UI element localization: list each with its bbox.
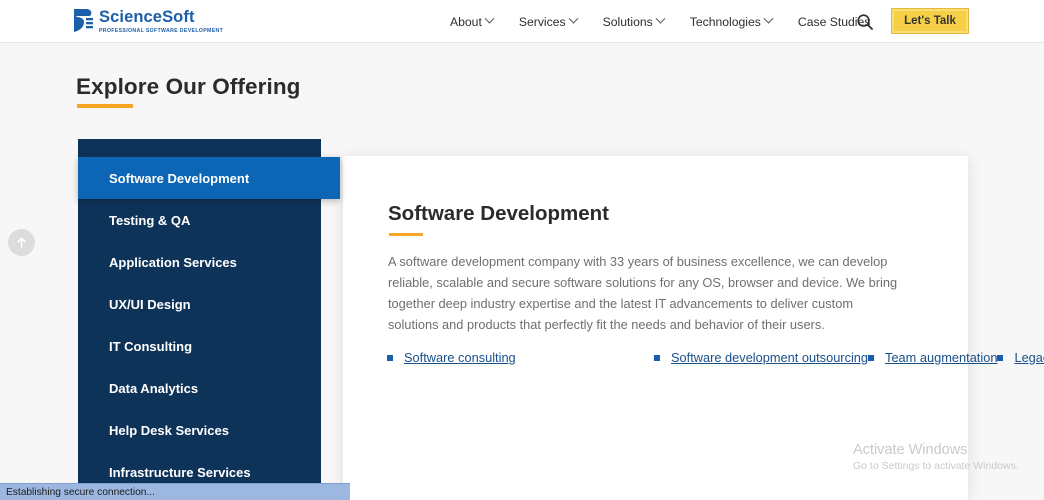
link-software-development-outsourcing[interactable]: Software development outsourcing <box>671 350 868 365</box>
site-header: ScienceSoft Professional Software Develo… <box>0 0 1044 43</box>
title-accent-rule <box>77 104 133 108</box>
search-icon[interactable] <box>856 13 874 31</box>
offering-section: Software Development A software developm… <box>78 139 1044 500</box>
chevron-down-icon <box>763 13 774 24</box>
panel-accent-rule <box>389 233 423 236</box>
sidebar-item-testing-qa[interactable]: Testing & QA <box>78 199 340 241</box>
list-item[interactable]: Software consulting <box>387 350 654 384</box>
bullet-icon <box>997 355 1004 361</box>
cta-label: Let's Talk <box>904 15 956 27</box>
panel-description: A software development company with 33 y… <box>388 254 898 332</box>
sidebar-item-label: Testing & QA <box>109 212 191 228</box>
logo-word-part2: Soft <box>162 8 195 26</box>
sidebar-item-label: Application Services <box>109 254 237 270</box>
offering-tab-list: Software Development Testing & QA Applic… <box>78 157 340 493</box>
list-item[interactable]: Team augmentation <box>868 350 997 384</box>
service-links: Software consulting Software development… <box>387 350 1044 384</box>
nav-item-technologies[interactable]: Technologies <box>689 13 774 29</box>
site-logo[interactable]: ScienceSoft Professional Software Develo… <box>72 8 223 34</box>
nav-label: About <box>450 14 482 29</box>
page-title: Explore Our Offering <box>76 74 301 99</box>
chevron-down-icon <box>655 13 666 24</box>
browser-viewport: ScienceSoft Professional Software Develo… <box>0 0 1044 500</box>
sidebar-item-ux-ui-design[interactable]: UX/UI Design <box>78 283 340 325</box>
status-text: Establishing secure connection... <box>6 486 155 498</box>
sidebar-item-application-services[interactable]: Application Services <box>78 241 340 283</box>
nav-item-solutions[interactable]: Solutions <box>602 13 666 29</box>
sidebar-item-software-development[interactable]: Software Development <box>78 157 340 199</box>
nav-label: Technologies <box>689 14 761 29</box>
panel-title: Software Development <box>388 202 609 225</box>
sidebar-item-label: Software Development <box>109 170 250 186</box>
list-item[interactable]: Legacy software modernization <box>997 350 1044 384</box>
sidebar-item-help-desk-services[interactable]: Help Desk Services <box>78 409 340 451</box>
bullet-icon <box>654 355 660 361</box>
lets-talk-button[interactable]: Let's Talk <box>891 8 969 34</box>
sidebar-item-label: UX/UI Design <box>109 296 191 312</box>
nav-label: Solutions <box>602 14 653 29</box>
nav-item-services[interactable]: Services <box>518 13 579 29</box>
sidebar-item-label: IT Consulting <box>109 338 193 354</box>
sciencesoft-logo-icon <box>72 8 94 33</box>
sidebar-item-label: Help Desk Services <box>109 422 229 438</box>
nav-item-about[interactable]: About <box>450 13 495 29</box>
arrow-up-icon <box>17 237 26 248</box>
nav-label: Services <box>518 14 566 29</box>
sidebar-item-label: Data Analytics <box>109 380 199 396</box>
logo-tagline: Professional Software Development <box>99 28 224 34</box>
link-software-consulting[interactable]: Software consulting <box>404 350 516 365</box>
logo-text: ScienceSoft Professional Software Develo… <box>99 8 223 34</box>
browser-status-bar: Establishing secure connection... <box>0 483 350 500</box>
logo-wordmark: ScienceSoft <box>99 9 223 26</box>
chevron-down-icon <box>484 13 495 24</box>
bullet-icon <box>868 355 875 361</box>
bullet-icon <box>387 355 393 361</box>
scroll-to-top-button[interactable] <box>8 229 35 256</box>
link-legacy-software-modernization[interactable]: Legacy software modernization <box>1014 350 1044 365</box>
link-team-augmentation[interactable]: Team augmentation <box>885 350 997 365</box>
main-navigation: About Services Solutions Technologies Ca… <box>450 0 921 43</box>
list-item[interactable]: Software development outsourcing <box>654 350 868 384</box>
sidebar-item-label: Infrastructure Services <box>109 464 251 480</box>
sidebar-item-data-analytics[interactable]: Data Analytics <box>78 367 340 409</box>
offering-panel: Software Development A software developm… <box>343 156 1044 500</box>
chevron-down-icon <box>568 13 579 24</box>
logo-word-part1: Science <box>99 8 163 26</box>
sidebar-item-it-consulting[interactable]: IT Consulting <box>78 325 340 367</box>
